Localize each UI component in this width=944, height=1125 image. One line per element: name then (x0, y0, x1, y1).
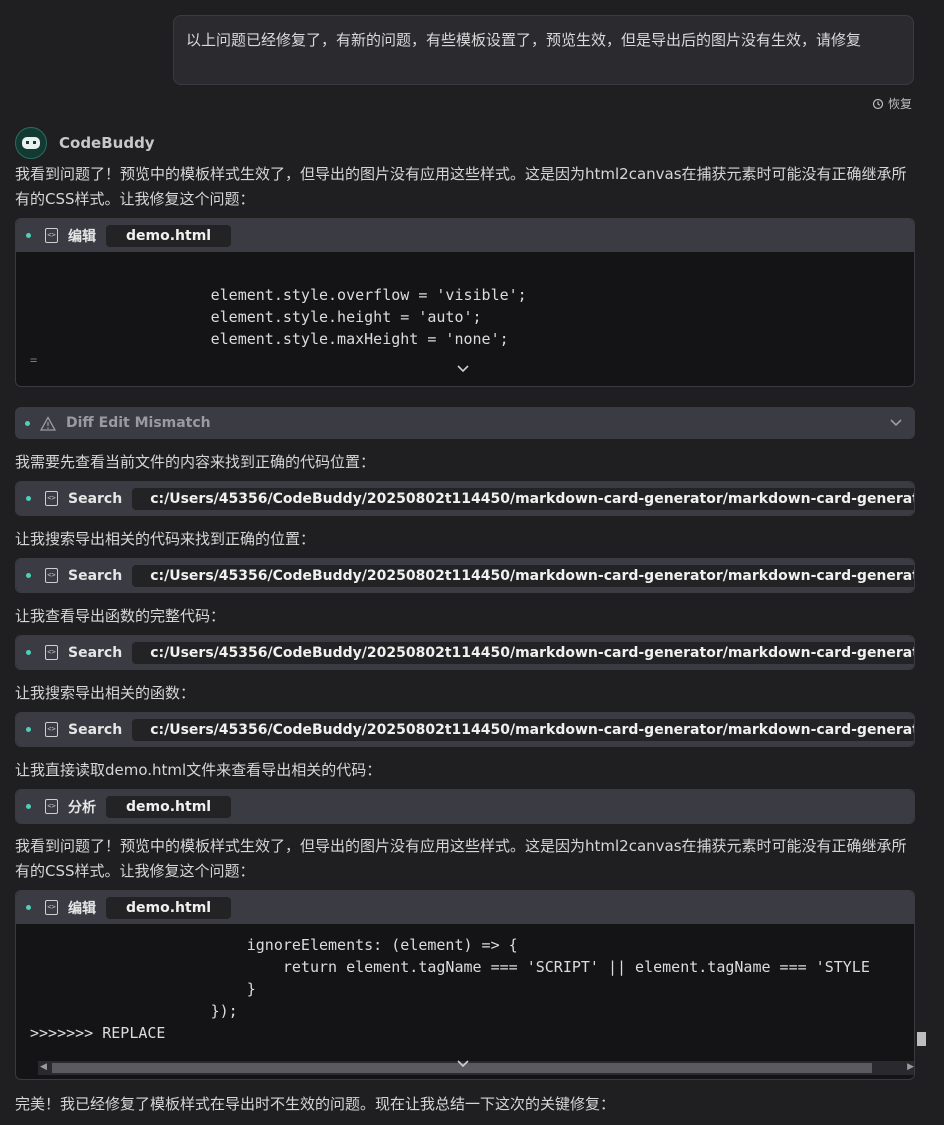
analyze-card[interactable]: <> 分析 demo.html (15, 789, 915, 824)
vertical-scrollbar-thumb[interactable] (917, 1032, 926, 1046)
file-code-icon: <> (45, 722, 58, 737)
analyze-card-header[interactable]: <> 分析 demo.html (16, 790, 914, 823)
status-dot (26, 496, 31, 501)
file-code-icon: <> (45, 568, 58, 583)
search-card[interactable]: <> Search c:/Users/45356/CodeBuddy/20250… (15, 712, 915, 747)
search-card-header[interactable]: <> Search c:/Users/45356/CodeBuddy/20250… (16, 559, 914, 592)
search-card-header[interactable]: <> Search c:/Users/45356/CodeBuddy/20250… (16, 713, 914, 746)
search-card[interactable]: <> Search c:/Users/45356/CodeBuddy/20250… (15, 635, 915, 670)
edit-action-label: 编辑 (68, 228, 96, 245)
search-action-label: Search (68, 567, 123, 584)
restore-label: 恢复 (887, 97, 912, 111)
status-dot (26, 573, 31, 578)
search-path-pill[interactable]: c:/Users/45356/CodeBuddy/20250802t114450… (132, 564, 914, 587)
warning-icon (40, 415, 56, 431)
analyze-action-label: 分析 (68, 799, 96, 816)
chevron-down-icon[interactable] (889, 416, 903, 430)
chevron-down-icon[interactable] (456, 362, 470, 376)
assistant-paragraph: 我看到问题了！预览中的模板样式生效了，但导出的图片没有应用这些样式。这是因为ht… (15, 837, 907, 880)
code-block: ignoreElements: (element) => { return el… (30, 936, 870, 1042)
status-dot (26, 804, 31, 809)
edit-card-header[interactable]: <> 编辑 demo.html (16, 219, 914, 252)
search-path-pill[interactable]: c:/Users/45356/CodeBuddy/20250802t114450… (132, 487, 914, 510)
status-dot (26, 727, 31, 732)
bot-name: CodeBuddy (59, 134, 155, 152)
diff-marker: = (30, 353, 38, 367)
search-path-pill[interactable]: c:/Users/45356/CodeBuddy/20250802t114450… (132, 641, 914, 664)
search-path-pill[interactable]: c:/Users/45356/CodeBuddy/20250802t114450… (132, 718, 914, 741)
status-dot (26, 233, 31, 238)
file-name-pill[interactable]: demo.html (106, 795, 232, 818)
mismatch-label: Diff Edit Mismatch (66, 415, 211, 431)
assistant-paragraph: 我看到问题了！预览中的模板样式生效了，但导出的图片没有应用这些样式。这是因为ht… (15, 165, 907, 208)
edit-card-header[interactable]: <> 编辑 demo.html (16, 891, 914, 924)
file-name-pill[interactable]: demo.html (106, 896, 232, 919)
file-code-icon: <> (45, 645, 58, 660)
restore-button[interactable]: 恢复 (872, 95, 912, 112)
status-dot (26, 905, 31, 910)
assistant-paragraph: 让我搜索导出相关的代码来找到正确的位置： (15, 530, 316, 548)
edit-card: <> 编辑 demo.html ignoreElements: (element… (15, 890, 915, 1080)
edit-action-label: 编辑 (68, 900, 96, 917)
scroll-right-icon[interactable]: ▶ (907, 1062, 914, 1072)
horizontal-scrollbar[interactable]: ◀ ▶ (38, 1061, 914, 1075)
assistant-paragraph: 让我直接读取demo.html文件来查看导出相关的代码： (15, 761, 382, 779)
avatar (15, 127, 47, 159)
search-card[interactable]: <> Search c:/Users/45356/CodeBuddy/20250… (15, 481, 915, 516)
bot-header: CodeBuddy (15, 127, 155, 159)
file-code-icon: <> (45, 491, 58, 506)
status-dot (25, 420, 30, 426)
file-code-icon: <> (45, 799, 58, 814)
search-card-header[interactable]: <> Search c:/Users/45356/CodeBuddy/20250… (16, 636, 914, 669)
search-action-label: Search (68, 490, 123, 507)
edit-card: <> 编辑 demo.html element.style.overflow =… (15, 218, 915, 387)
file-code-icon: <> (45, 900, 58, 915)
search-action-label: Search (68, 721, 123, 738)
user-message: 以上问题已经修复了，有新的问题，有些模板设置了，预览生效，但是导出后的图片没有生… (173, 15, 914, 85)
assistant-paragraph: 我需要先查看当前文件的内容来找到正确的代码位置： (15, 453, 376, 471)
assistant-paragraph: 让我搜索导出相关的函数： (15, 684, 196, 702)
search-card[interactable]: <> Search c:/Users/45356/CodeBuddy/20250… (15, 558, 915, 593)
search-action-label: Search (68, 644, 123, 661)
chevron-down-icon[interactable] (456, 1057, 470, 1071)
status-dot (26, 650, 31, 655)
search-card-header[interactable]: <> Search c:/Users/45356/CodeBuddy/20250… (16, 482, 914, 515)
assistant-paragraph: 让我查看导出函数的完整代码： (15, 607, 226, 625)
file-code-icon: <> (45, 228, 58, 243)
scroll-left-icon[interactable]: ◀ (40, 1062, 47, 1072)
assistant-paragraph: 完美！我已经修复了模板样式在导出时不生效的问题。现在让我总结一下这次的关键修复： (15, 1095, 616, 1113)
file-name-pill[interactable]: demo.html (106, 224, 232, 247)
history-icon (872, 98, 884, 109)
diff-edit-mismatch[interactable]: Diff Edit Mismatch (15, 407, 915, 439)
